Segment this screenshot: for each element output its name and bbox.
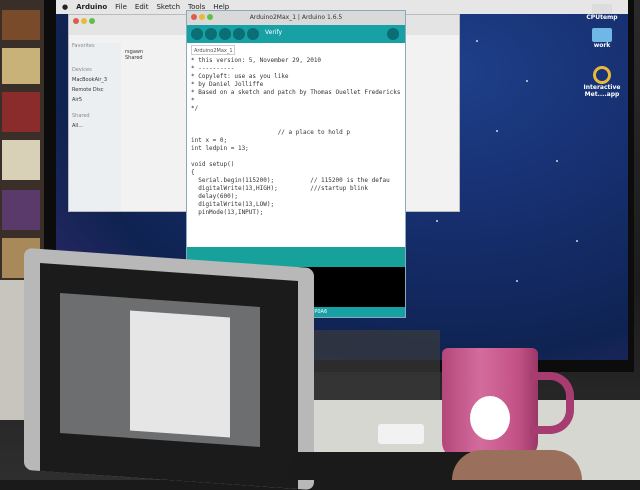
minimize-icon[interactable] <box>199 14 205 20</box>
desktop-icon-label: Interactive Met....app <box>583 84 621 98</box>
apple-icon[interactable]: ● <box>62 3 68 11</box>
zoom-icon[interactable] <box>207 14 213 20</box>
app-icon <box>592 4 612 14</box>
book <box>2 140 40 180</box>
serial-monitor-icon[interactable] <box>387 28 399 40</box>
desktop-icon-label: CPUtemp <box>586 14 618 21</box>
menu-sketch[interactable]: Sketch <box>156 3 180 11</box>
folder-icon <box>592 28 612 42</box>
desktop-icon-label: work <box>593 42 611 49</box>
arduino-toolbar: Verify <box>187 25 405 43</box>
menu-app[interactable]: Arduino <box>76 3 107 11</box>
menu-file[interactable]: File <box>115 3 127 11</box>
book <box>2 48 40 84</box>
new-icon[interactable] <box>219 28 231 40</box>
verify-label: Verify <box>265 29 283 36</box>
sidebar-heading-favorites: Favorites <box>72 43 95 49</box>
bookshelf <box>0 0 44 290</box>
sidebar-item-remote-disc[interactable]: Remote Disc <box>69 87 121 97</box>
hand <box>452 450 582 480</box>
desktop-icon-interactive-met[interactable]: Interactive Met....app <box>582 66 622 98</box>
mug-handle <box>530 372 574 434</box>
desktop-icon-work[interactable]: work <box>582 28 622 49</box>
book <box>2 10 40 40</box>
code-editor[interactable]: * this version: 5, November 29, 2010 * -… <box>191 57 401 247</box>
power-adapter <box>378 424 424 444</box>
arduino-titlebar[interactable]: Arduino2Max_1 | Arduino 1.6.5 <box>187 11 405 25</box>
app-icon <box>593 66 611 84</box>
close-icon[interactable] <box>73 18 79 24</box>
desktop-icon-cputemp[interactable]: CPUtemp <box>582 4 622 21</box>
sidebar-heading-devices: Devices <box>72 67 92 73</box>
laptop-window <box>130 310 230 438</box>
book <box>2 190 40 230</box>
sidebar-heading-shared: Shared <box>72 113 90 119</box>
laptop-keyboard <box>279 452 477 480</box>
zoom-icon[interactable] <box>89 18 95 24</box>
mug-character <box>470 396 510 440</box>
upload-icon[interactable] <box>205 28 217 40</box>
menu-edit[interactable]: Edit <box>135 3 149 11</box>
close-icon[interactable] <box>191 14 197 20</box>
book <box>2 92 40 132</box>
sidebar-item-macbookair[interactable]: MacBookAir_3 <box>69 77 121 87</box>
verify-icon[interactable] <box>191 28 203 40</box>
sketch-tab[interactable]: Arduino2Max_1 <box>191 45 235 55</box>
sidebar-item-air5[interactable]: Air5 <box>69 97 121 107</box>
minimize-icon[interactable] <box>81 18 87 24</box>
sidebar-item-all[interactable]: All... <box>69 123 121 133</box>
finder-sidebar: Favorites Devices MacBookAir_3 Remote Di… <box>69 43 121 211</box>
save-icon[interactable] <box>247 28 259 40</box>
open-icon[interactable] <box>233 28 245 40</box>
